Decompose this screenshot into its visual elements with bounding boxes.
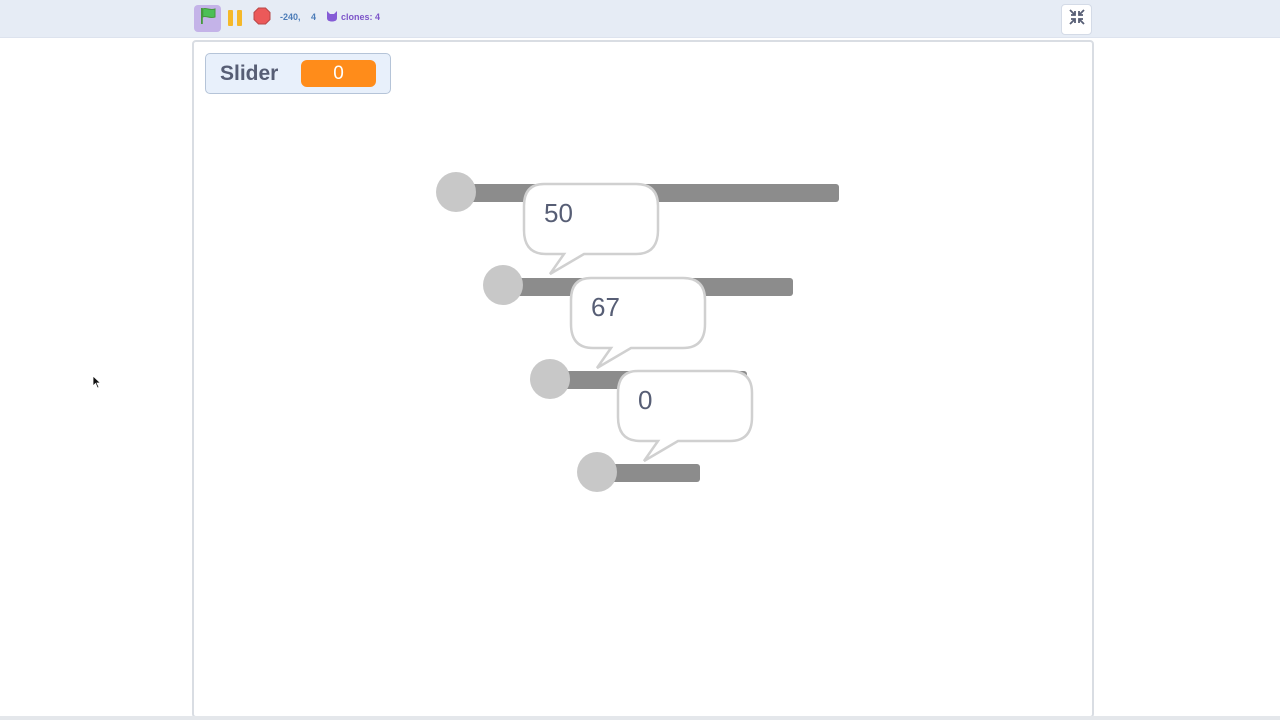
bottom-edge — [0, 716, 1280, 720]
green-flag-button[interactable] — [194, 5, 221, 32]
speech-bubble: 0 — [616, 369, 756, 465]
slider-knob[interactable] — [530, 359, 570, 399]
stage-toolbar: -240, 4 clones: 4 — [0, 0, 1280, 38]
mouse-y-readout: 4 — [311, 12, 317, 22]
pause-icon — [226, 10, 244, 26]
variable-monitor: Slider 0 — [205, 53, 391, 94]
monitor-value: 0 — [301, 60, 376, 87]
speech-bubble: 67 — [569, 276, 709, 372]
stop-sign-icon — [253, 7, 271, 30]
clone-count-label: clones: 4 — [341, 12, 381, 22]
mouse-pointer-icon — [92, 375, 102, 394]
exit-fullscreen-button[interactable] — [1061, 4, 1092, 35]
speech-bubble-text: 50 — [544, 198, 573, 228]
monitor-label: Slider — [220, 62, 279, 85]
green-flag-icon — [199, 7, 217, 30]
exit-fullscreen-icon — [1068, 9, 1085, 30]
stage[interactable]: Slider 0 50 67 0 — [192, 40, 1094, 718]
slider-knob[interactable] — [436, 172, 476, 212]
pause-button[interactable] — [224, 8, 246, 28]
speech-bubble-text: 0 — [638, 385, 653, 415]
stop-button[interactable] — [252, 7, 272, 30]
speech-bubble-text: 67 — [591, 292, 620, 322]
slider-knob[interactable] — [483, 265, 523, 305]
mouse-x-readout: -240, — [280, 12, 301, 22]
cat-head-icon — [326, 10, 338, 24]
speech-bubble: 50 — [522, 182, 662, 278]
clone-counter: clones: 4 — [326, 10, 380, 24]
slider-knob[interactable] — [577, 452, 617, 492]
